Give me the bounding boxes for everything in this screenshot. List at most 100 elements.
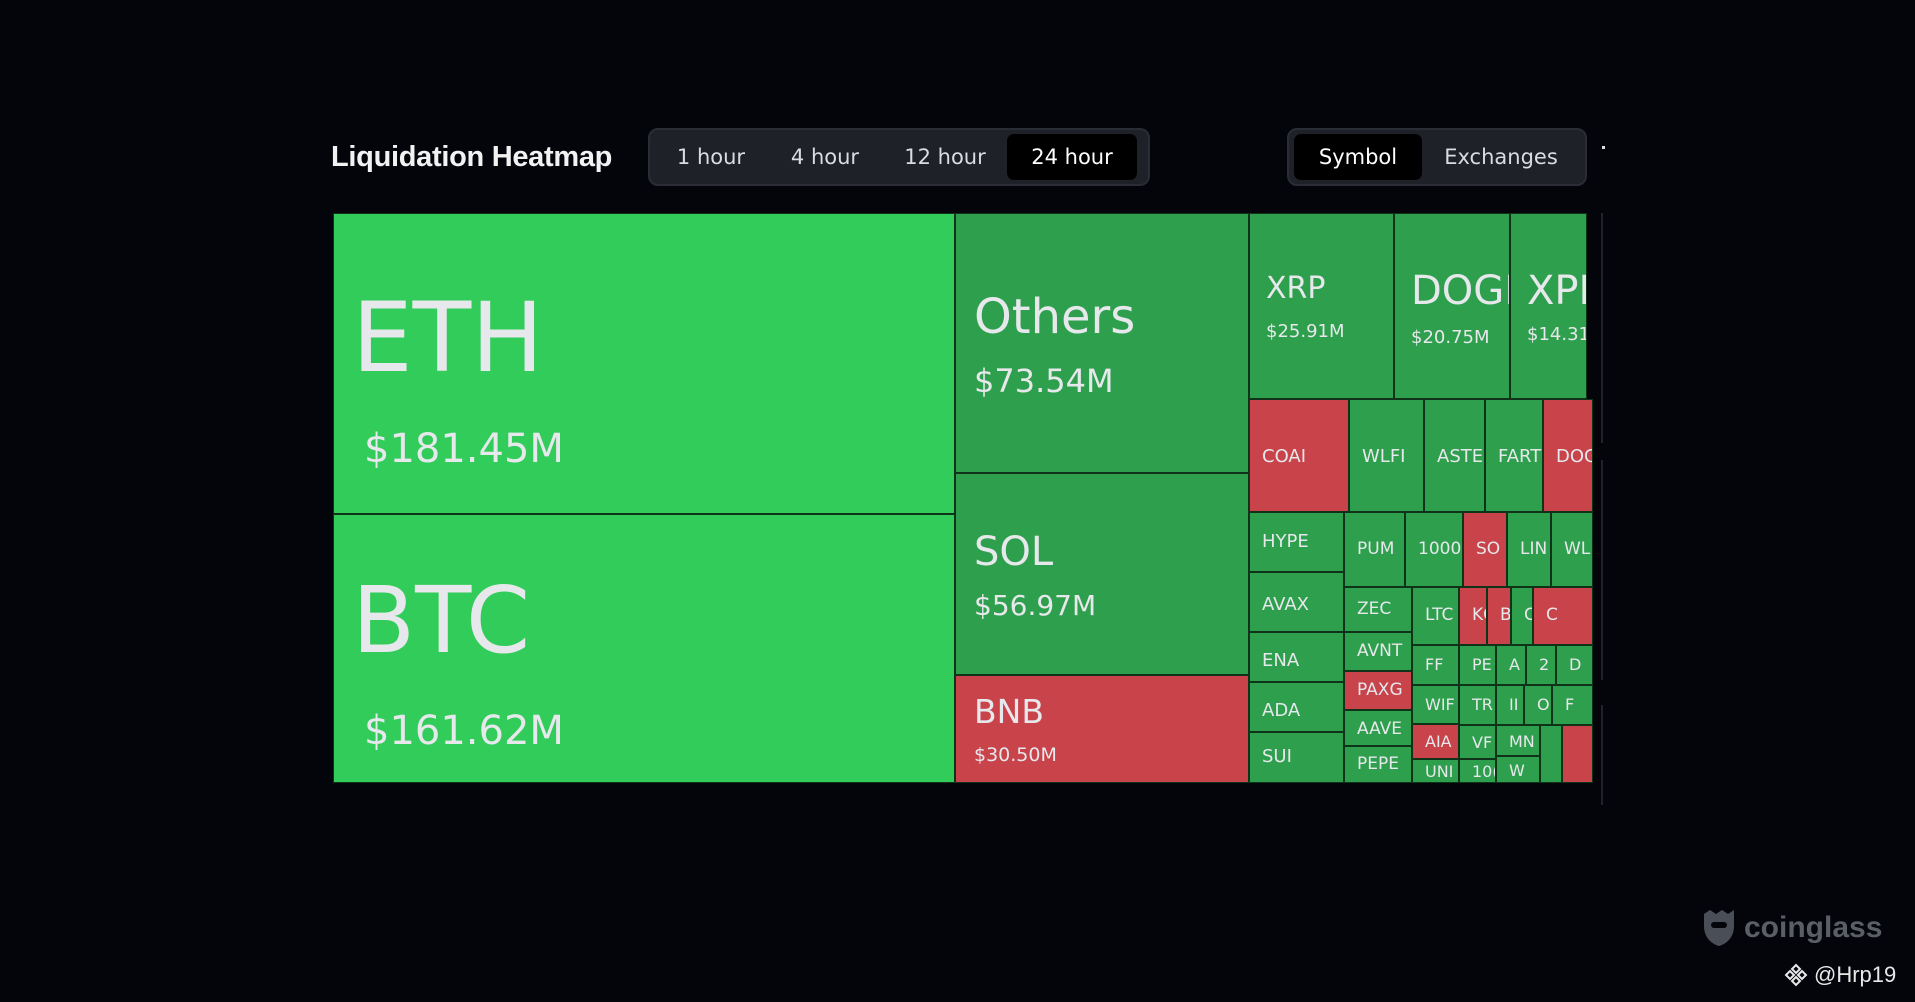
tile-symbol: PEPE bbox=[1357, 754, 1399, 774]
heatmap-tile-paxg[interactable]: PAXG bbox=[1344, 671, 1412, 710]
heatmap-tile-so[interactable]: SO bbox=[1463, 512, 1507, 587]
heatmap-tile-wlfi[interactable]: WLFI bbox=[1349, 399, 1424, 512]
heatmap-tile-aave[interactable]: AAVE bbox=[1344, 710, 1412, 746]
heatmap-tile-mn[interactable]: MN bbox=[1496, 725, 1540, 756]
tile-symbol: LIN bbox=[1520, 539, 1548, 559]
tile-symbol: ADA bbox=[1262, 700, 1301, 721]
heatmap-tile-ena[interactable]: ENA bbox=[1249, 632, 1344, 682]
tile-symbol: HYPE bbox=[1262, 531, 1309, 552]
heatmap-tile-unlabeled-49[interactable] bbox=[1540, 725, 1562, 783]
credit: @Hrp19 bbox=[1784, 962, 1896, 988]
tab-12-hour[interactable]: 12 hour bbox=[883, 134, 1007, 180]
heatmap-tile-avnt[interactable]: AVNT bbox=[1344, 632, 1412, 671]
heatmap-tile-tr[interactable]: TR bbox=[1459, 685, 1496, 725]
heatmap-tile-o[interactable]: O bbox=[1524, 685, 1552, 725]
heatmap-tile-sol[interactable]: SOL $56.97M bbox=[955, 473, 1249, 675]
heatmap-tile-sui[interactable]: SUI bbox=[1249, 732, 1344, 783]
heatmap-tile-eth[interactable]: ETH $181.45M bbox=[333, 213, 955, 514]
tile-value: $20.75M bbox=[1411, 327, 1490, 348]
heatmap-tile-vf[interactable]: VF bbox=[1459, 725, 1496, 759]
heatmap-tile-fart[interactable]: FART bbox=[1485, 399, 1543, 512]
tile-symbol: ASTE bbox=[1437, 446, 1484, 467]
coinglass-watermark: coinglass bbox=[1700, 908, 1882, 948]
binance-diamond-icon bbox=[1784, 963, 1808, 987]
tile-symbol: PAXG bbox=[1357, 680, 1403, 700]
tile-symbol: SOL bbox=[974, 529, 1054, 575]
heatmap-tile-a[interactable]: A bbox=[1496, 645, 1526, 685]
heatmap-tile-10[interactable]: 10( bbox=[1459, 759, 1496, 783]
tab-4-hour[interactable]: 4 hour bbox=[767, 134, 883, 180]
tile-symbol: AAVE bbox=[1357, 719, 1403, 739]
menu-dot-icon bbox=[1602, 146, 1605, 149]
tile-symbol: XRP bbox=[1266, 271, 1326, 306]
heatmap-tile-f[interactable]: F bbox=[1552, 685, 1593, 725]
tile-symbol: TR bbox=[1472, 695, 1493, 714]
heatmap-tile-lin[interactable]: LIN bbox=[1507, 512, 1551, 587]
liquidation-treemap: ETH $181.45M BTC $161.62M Others $73.54M SOL $5… bbox=[333, 213, 1593, 783]
heatmap-tile-zec[interactable]: ZEC bbox=[1344, 587, 1412, 632]
tile-symbol: F bbox=[1565, 695, 1575, 714]
tile-symbol: DOG bbox=[1556, 446, 1592, 467]
tab-symbol[interactable]: Symbol bbox=[1294, 134, 1422, 180]
heatmap-tile-coai[interactable]: COAI bbox=[1249, 399, 1349, 512]
tile-value: $73.54M bbox=[974, 362, 1114, 400]
tile-symbol: ENA bbox=[1262, 650, 1300, 671]
tile-symbol: KG bbox=[1472, 605, 1486, 625]
tab-24-hour[interactable]: 24 hour bbox=[1007, 134, 1137, 180]
heatmap-tile-others[interactable]: Others $73.54M bbox=[955, 213, 1249, 473]
tab-exchanges[interactable]: Exchanges bbox=[1422, 134, 1580, 180]
heatmap-tile-aste[interactable]: ASTE bbox=[1424, 399, 1485, 512]
tile-value: $14.31M bbox=[1527, 324, 1586, 345]
tab-1-hour[interactable]: 1 hour bbox=[655, 134, 767, 180]
heatmap-tile-c[interactable]: C bbox=[1533, 587, 1593, 645]
heatmap-tile-d[interactable]: D bbox=[1556, 645, 1593, 685]
heatmap-tile-1000[interactable]: 1000 bbox=[1405, 512, 1463, 587]
heatmap-tile-kg[interactable]: KG bbox=[1459, 587, 1487, 645]
heatmap-tile-pe[interactable]: PE bbox=[1459, 645, 1496, 685]
heatmap-tile-2[interactable]: 2 bbox=[1526, 645, 1556, 685]
heatmap-tile-uni[interactable]: UNI bbox=[1412, 759, 1459, 783]
heatmap-tile-doge[interactable]: DOGE $20.75M bbox=[1394, 213, 1510, 399]
tile-symbol: C bbox=[1546, 605, 1558, 625]
tile-symbol: C bbox=[1524, 605, 1532, 625]
tile-symbol: Others bbox=[974, 289, 1136, 345]
tile-symbol: FF bbox=[1425, 655, 1444, 674]
heatmap-tile-ada[interactable]: ADA bbox=[1249, 682, 1344, 732]
heatmap-tile-btc[interactable]: BTC $161.62M bbox=[333, 514, 955, 783]
heatmap-tile-ltc[interactable]: LTC bbox=[1412, 587, 1459, 645]
heatmap-tile-dog[interactable]: DOG bbox=[1543, 399, 1593, 512]
tile-value: $56.97M bbox=[974, 589, 1097, 622]
heatmap-tile-xpl[interactable]: XPL $14.31M bbox=[1510, 213, 1587, 399]
tile-symbol: DOGE bbox=[1411, 268, 1509, 314]
tile-symbol: WIF bbox=[1425, 695, 1455, 714]
tile-symbol: D bbox=[1569, 655, 1582, 674]
heatmap-tile-wl[interactable]: WL bbox=[1551, 512, 1593, 587]
scroll-divider bbox=[1601, 213, 1603, 443]
heatmap-tile-c[interactable]: C bbox=[1511, 587, 1533, 645]
tile-symbol: COAI bbox=[1262, 446, 1307, 467]
tile-symbol: B bbox=[1500, 605, 1511, 625]
heatmap-tile-pepe[interactable]: PEPE bbox=[1344, 746, 1412, 783]
page-title: Liquidation Heatmap bbox=[331, 141, 613, 173]
tile-symbol: SUI bbox=[1262, 746, 1292, 767]
scroll-divider bbox=[1601, 705, 1603, 805]
tile-symbol: ZEC bbox=[1357, 599, 1392, 619]
heatmap-tile-hype[interactable]: HYPE bbox=[1249, 512, 1344, 572]
heatmap-tile-ff[interactable]: FF bbox=[1412, 645, 1459, 685]
heatmap-tile-bnb[interactable]: BNB $30.50M bbox=[955, 675, 1249, 783]
heatmap-tile-unlabeled-50[interactable] bbox=[1562, 725, 1593, 783]
heatmap-tile-b[interactable]: B bbox=[1487, 587, 1511, 645]
tile-value: $161.62M bbox=[364, 708, 564, 754]
tile-symbol: WL bbox=[1564, 539, 1591, 559]
heatmap-tile-w[interactable]: W bbox=[1496, 756, 1540, 783]
heatmap-tile-aia[interactable]: AIA bbox=[1412, 724, 1459, 759]
heatmap-tile-wif[interactable]: WIF bbox=[1412, 685, 1459, 724]
heatmap-tile-avax[interactable]: AVAX bbox=[1249, 572, 1344, 632]
tile-symbol: 2 bbox=[1539, 655, 1550, 674]
heatmap-tile-xrp[interactable]: XRP $25.91M bbox=[1249, 213, 1394, 399]
heatmap-tile-ii[interactable]: II bbox=[1496, 685, 1524, 725]
heatmap-tile-pum[interactable]: PUM bbox=[1344, 512, 1405, 587]
tile-symbol: SO bbox=[1476, 539, 1501, 559]
tile-symbol: MN bbox=[1509, 732, 1535, 751]
tile-symbol: 10( bbox=[1472, 762, 1496, 781]
